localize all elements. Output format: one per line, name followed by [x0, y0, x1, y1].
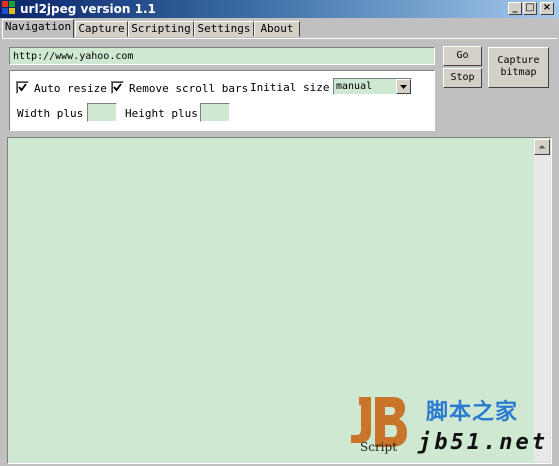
vertical-scrollbar[interactable] — [534, 139, 550, 462]
remove-scroll-bars-label: Remove scroll bars — [129, 82, 249, 95]
tab-capture[interactable]: Capture — [75, 21, 128, 37]
close-button[interactable]: × — [540, 2, 554, 15]
initial-size-select[interactable]: manual — [333, 78, 412, 95]
window-title: url2jpeg version 1.1 — [20, 2, 156, 16]
title-bar[interactable]: url2jpeg version 1.1 _ □ × — [0, 0, 559, 18]
remove-scroll-bars-checkbox[interactable] — [111, 81, 124, 94]
auto-resize-label: Auto resize — [34, 82, 107, 95]
tab-about[interactable]: About — [254, 21, 300, 37]
tab-strip: Navigation Capture Scripting Settings Ab… — [0, 18, 559, 38]
app-window: url2jpeg version 1.1 _ □ × Navigation Ca… — [0, 0, 559, 466]
maximize-button[interactable]: □ — [523, 2, 537, 15]
initial-size-value: manual — [336, 81, 373, 92]
capture-label-line1: Capture — [497, 55, 540, 66]
capture-label-line2: bitmap — [500, 67, 537, 78]
watermark-url: jb51.net — [418, 430, 548, 455]
tab-scripting[interactable]: Scripting — [128, 21, 194, 37]
arrow-up-icon[interactable] — [534, 139, 550, 155]
stop-button[interactable]: Stop — [443, 68, 482, 88]
go-button[interactable]: Go — [443, 46, 482, 66]
capture-bitmap-button[interactable]: Capture bitmap — [488, 47, 549, 88]
watermark-chinese: 脚本之家 — [426, 400, 519, 425]
app-icon — [2, 1, 17, 16]
auto-resize-checkbox[interactable] — [16, 81, 29, 94]
chevron-down-icon[interactable] — [396, 79, 411, 94]
checkmark-icon — [18, 83, 27, 92]
tab-settings[interactable]: Settings — [194, 21, 254, 37]
url-input[interactable] — [9, 47, 435, 65]
options-group: Auto resize Remove scroll bars Initial s… — [9, 70, 435, 131]
checkmark-icon — [113, 83, 122, 92]
initial-size-label: Initial size — [250, 81, 330, 94]
tab-navigation[interactable]: Navigation — [2, 19, 74, 38]
width-plus-label: Width plus — [17, 107, 84, 120]
watermark-script: Script — [360, 440, 398, 454]
height-plus-input[interactable] — [200, 103, 230, 122]
height-plus-label: Height plus — [125, 107, 198, 120]
minimize-button[interactable]: _ — [508, 2, 522, 15]
width-plus-input[interactable] — [87, 103, 117, 122]
